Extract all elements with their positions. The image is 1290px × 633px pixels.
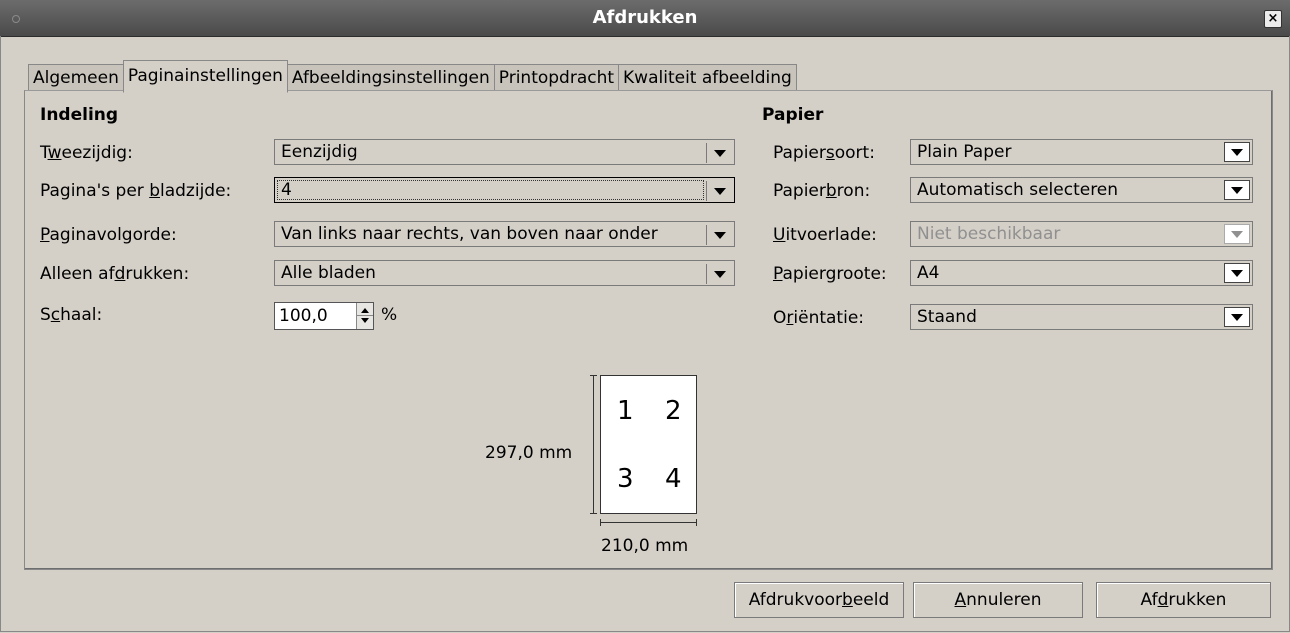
paper-type-value: Plain Paper — [917, 142, 1012, 162]
title-bar: Afdrukken × — [0, 0, 1290, 37]
output-tray-select: Niet beschikbaar — [910, 221, 1253, 247]
preview-page-number: 3 — [617, 464, 634, 494]
layout-section-title: Indeling — [40, 105, 119, 125]
page-order-value: Van links naar rechts, van boven naar on… — [281, 224, 658, 244]
paper-type-label: Papiersoort: — [773, 143, 875, 163]
chevron-down-icon — [714, 150, 726, 157]
tab-bar: Algemeen Paginainstellingen Afbeeldingsi… — [28, 60, 797, 93]
paper-source-select[interactable]: Automatisch selecteren — [910, 177, 1253, 203]
width-dimension-line — [600, 522, 697, 523]
height-dimension-line — [593, 375, 594, 514]
two-sided-value: Eenzijdig — [281, 142, 358, 162]
pages-per-side-select[interactable]: 4 — [274, 177, 735, 203]
chevron-down-icon — [1231, 149, 1243, 156]
two-sided-label: Tweezijdig: — [40, 143, 133, 163]
preview-page-number: 2 — [665, 396, 682, 426]
paper-size-label: Papiergroote: — [773, 264, 887, 284]
scale-label: Schaal: — [40, 305, 103, 325]
chevron-down-icon — [714, 188, 726, 195]
output-tray-value: Niet beschikbaar — [917, 224, 1061, 244]
paper-source-label: Papierbron: — [773, 181, 871, 201]
cancel-button[interactable]: Annuleren — [913, 582, 1083, 618]
chevron-down-icon — [1231, 231, 1243, 238]
spin-down-icon[interactable] — [361, 318, 369, 323]
paper-source-value: Automatisch selecteren — [917, 180, 1119, 200]
chevron-down-icon — [714, 232, 726, 239]
page-order-label: Paginavolgorde: — [40, 225, 177, 245]
two-sided-select[interactable]: Eenzijdig — [274, 139, 735, 165]
tab-image-settings[interactable]: Afbeeldingsinstellingen — [287, 64, 494, 91]
orientation-select[interactable]: Staand — [910, 304, 1253, 330]
spin-up-icon[interactable] — [361, 308, 369, 313]
pages-per-side-value: 4 — [281, 180, 292, 200]
output-tray-label: Uitvoerlade: — [773, 225, 877, 245]
chevron-down-icon — [1231, 270, 1243, 277]
only-print-label: Alleen afdrukken: — [40, 264, 190, 284]
window-title: Afdrukken — [592, 7, 698, 28]
scale-spinner[interactable]: 100,0 — [274, 302, 374, 330]
chevron-down-icon — [1231, 314, 1243, 321]
chevron-down-icon — [714, 271, 726, 278]
print-preview-button[interactable]: Afdrukvoorbeeld — [734, 582, 904, 618]
paper-size-select[interactable]: A4 — [910, 260, 1253, 286]
paper-type-select[interactable]: Plain Paper — [910, 139, 1253, 165]
orientation-value: Staand — [917, 307, 977, 327]
tab-page-setup[interactable]: Paginainstellingen — [122, 60, 288, 93]
scale-value: 100,0 — [279, 306, 328, 326]
chevron-down-icon — [1231, 187, 1243, 194]
preview-height-label: 297,0 mm — [485, 443, 573, 463]
only-print-value: Alle bladen — [281, 263, 376, 283]
orientation-label: Oriëntatie: — [773, 308, 865, 328]
page-preview: 1 2 3 4 — [600, 375, 697, 514]
page-order-select[interactable]: Van links naar rechts, van boven naar on… — [274, 221, 735, 247]
close-icon[interactable]: × — [1264, 10, 1282, 28]
print-button[interactable]: Afdrukken — [1096, 582, 1271, 618]
scale-unit: % — [381, 305, 398, 325]
pages-per-side-label: Pagina's per bladzijde: — [40, 181, 232, 201]
preview-page-number: 4 — [665, 464, 682, 494]
tab-print-job[interactable]: Printopdracht — [493, 64, 619, 91]
preview-page-number: 1 — [617, 396, 634, 426]
preview-width-label: 210,0 mm — [601, 536, 689, 556]
only-print-select[interactable]: Alle bladen — [274, 260, 735, 286]
paper-section-title: Papier — [762, 105, 824, 125]
paper-size-value: A4 — [917, 263, 940, 283]
tab-general[interactable]: Algemeen — [28, 64, 123, 91]
tab-image-quality[interactable]: Kwaliteit afbeelding — [618, 64, 797, 91]
